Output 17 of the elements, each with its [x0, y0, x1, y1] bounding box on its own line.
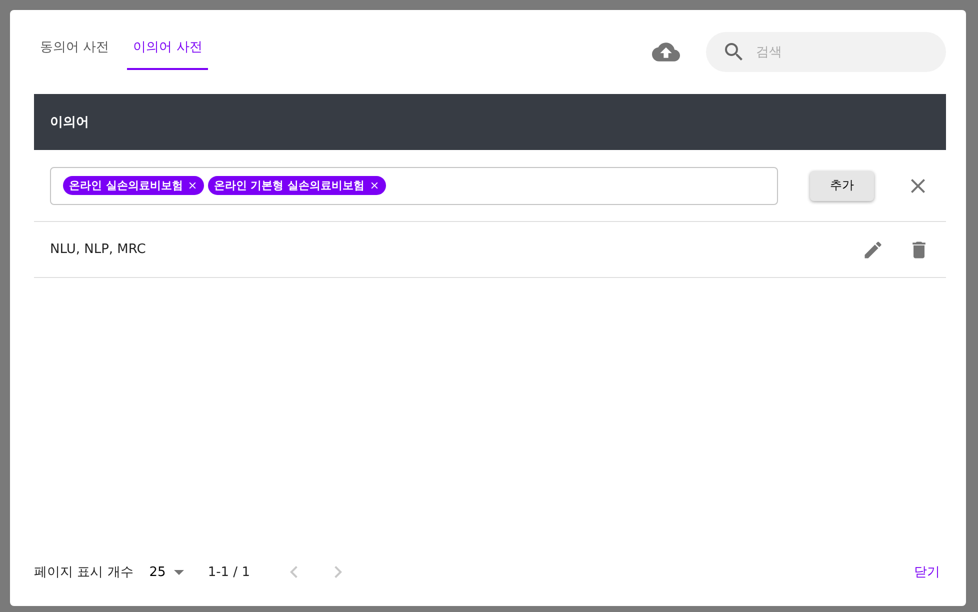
page-size-label: 페이지 표시 개수: [34, 564, 134, 581]
page-size-select[interactable]: 25: [149, 564, 184, 580]
search-field[interactable]: 검색: [706, 32, 946, 72]
pencil-icon[interactable]: [862, 238, 884, 260]
column-header: 이의어: [50, 114, 89, 131]
tab[interactable]: 동의어 사전: [34, 26, 116, 70]
close-icon[interactable]: [186, 180, 198, 191]
tag-input-field[interactable]: 온라인 실손의료비보험 온라인 기본형 실손의료비보험: [50, 166, 778, 204]
table-cell-text: NLU, NLP, MRC: [50, 242, 147, 257]
caret-icon: [174, 570, 184, 574]
close-icon[interactable]: [368, 180, 380, 191]
tag-chip[interactable]: 온라인 기본형 실손의료비보험: [208, 176, 386, 195]
page-range: 1-1 / 1: [208, 564, 250, 580]
close-button[interactable]: 닫기: [908, 562, 946, 582]
tag-chip[interactable]: 온라인 실손의료비보험: [63, 176, 204, 195]
add-button[interactable]: 추가: [810, 170, 874, 200]
tab[interactable]: 이의어 사전: [127, 26, 208, 70]
